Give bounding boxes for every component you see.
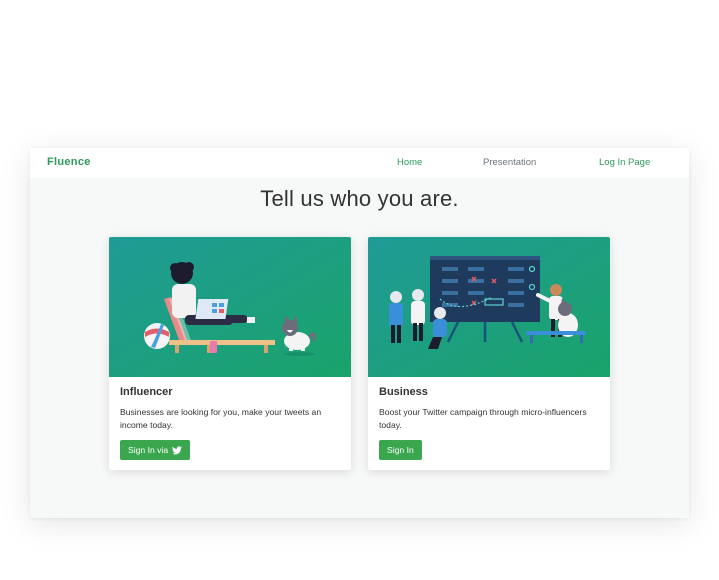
influencer-card-text: Businesses are looking for you, make you… xyxy=(120,407,322,430)
brand-logo[interactable]: Fluence xyxy=(47,156,91,168)
nav-login-link[interactable]: Log In Page xyxy=(599,157,650,168)
business-card-text: Boost your Twitter campaign through micr… xyxy=(379,407,587,430)
business-sign-in-label: Sign In xyxy=(387,445,414,455)
influencer-sign-in-label: Sign In via xyxy=(128,445,169,455)
page-title: Tell us who you are. xyxy=(260,186,459,211)
business-card-title: Business xyxy=(379,386,428,398)
business-card: Business Boost your Twitter campaign thr… xyxy=(368,237,610,470)
twitter-icon xyxy=(172,445,183,455)
nav-home-link[interactable]: Home xyxy=(397,157,422,168)
influencer-illustration xyxy=(109,237,351,377)
influencer-card-title: Influencer xyxy=(120,386,173,398)
app-window: Fluence Home Presentation Log In Page Te… xyxy=(30,148,689,518)
navbar: Fluence Home Presentation Log In Page xyxy=(30,148,689,178)
business-illustration xyxy=(368,237,610,377)
influencer-sign-in-button[interactable]: Sign In via xyxy=(120,440,191,460)
influencer-card: Influencer Businesses are looking for yo… xyxy=(109,237,351,470)
nav-presentation-link[interactable]: Presentation xyxy=(483,157,536,168)
business-sign-in-button[interactable]: Sign In xyxy=(379,440,422,460)
